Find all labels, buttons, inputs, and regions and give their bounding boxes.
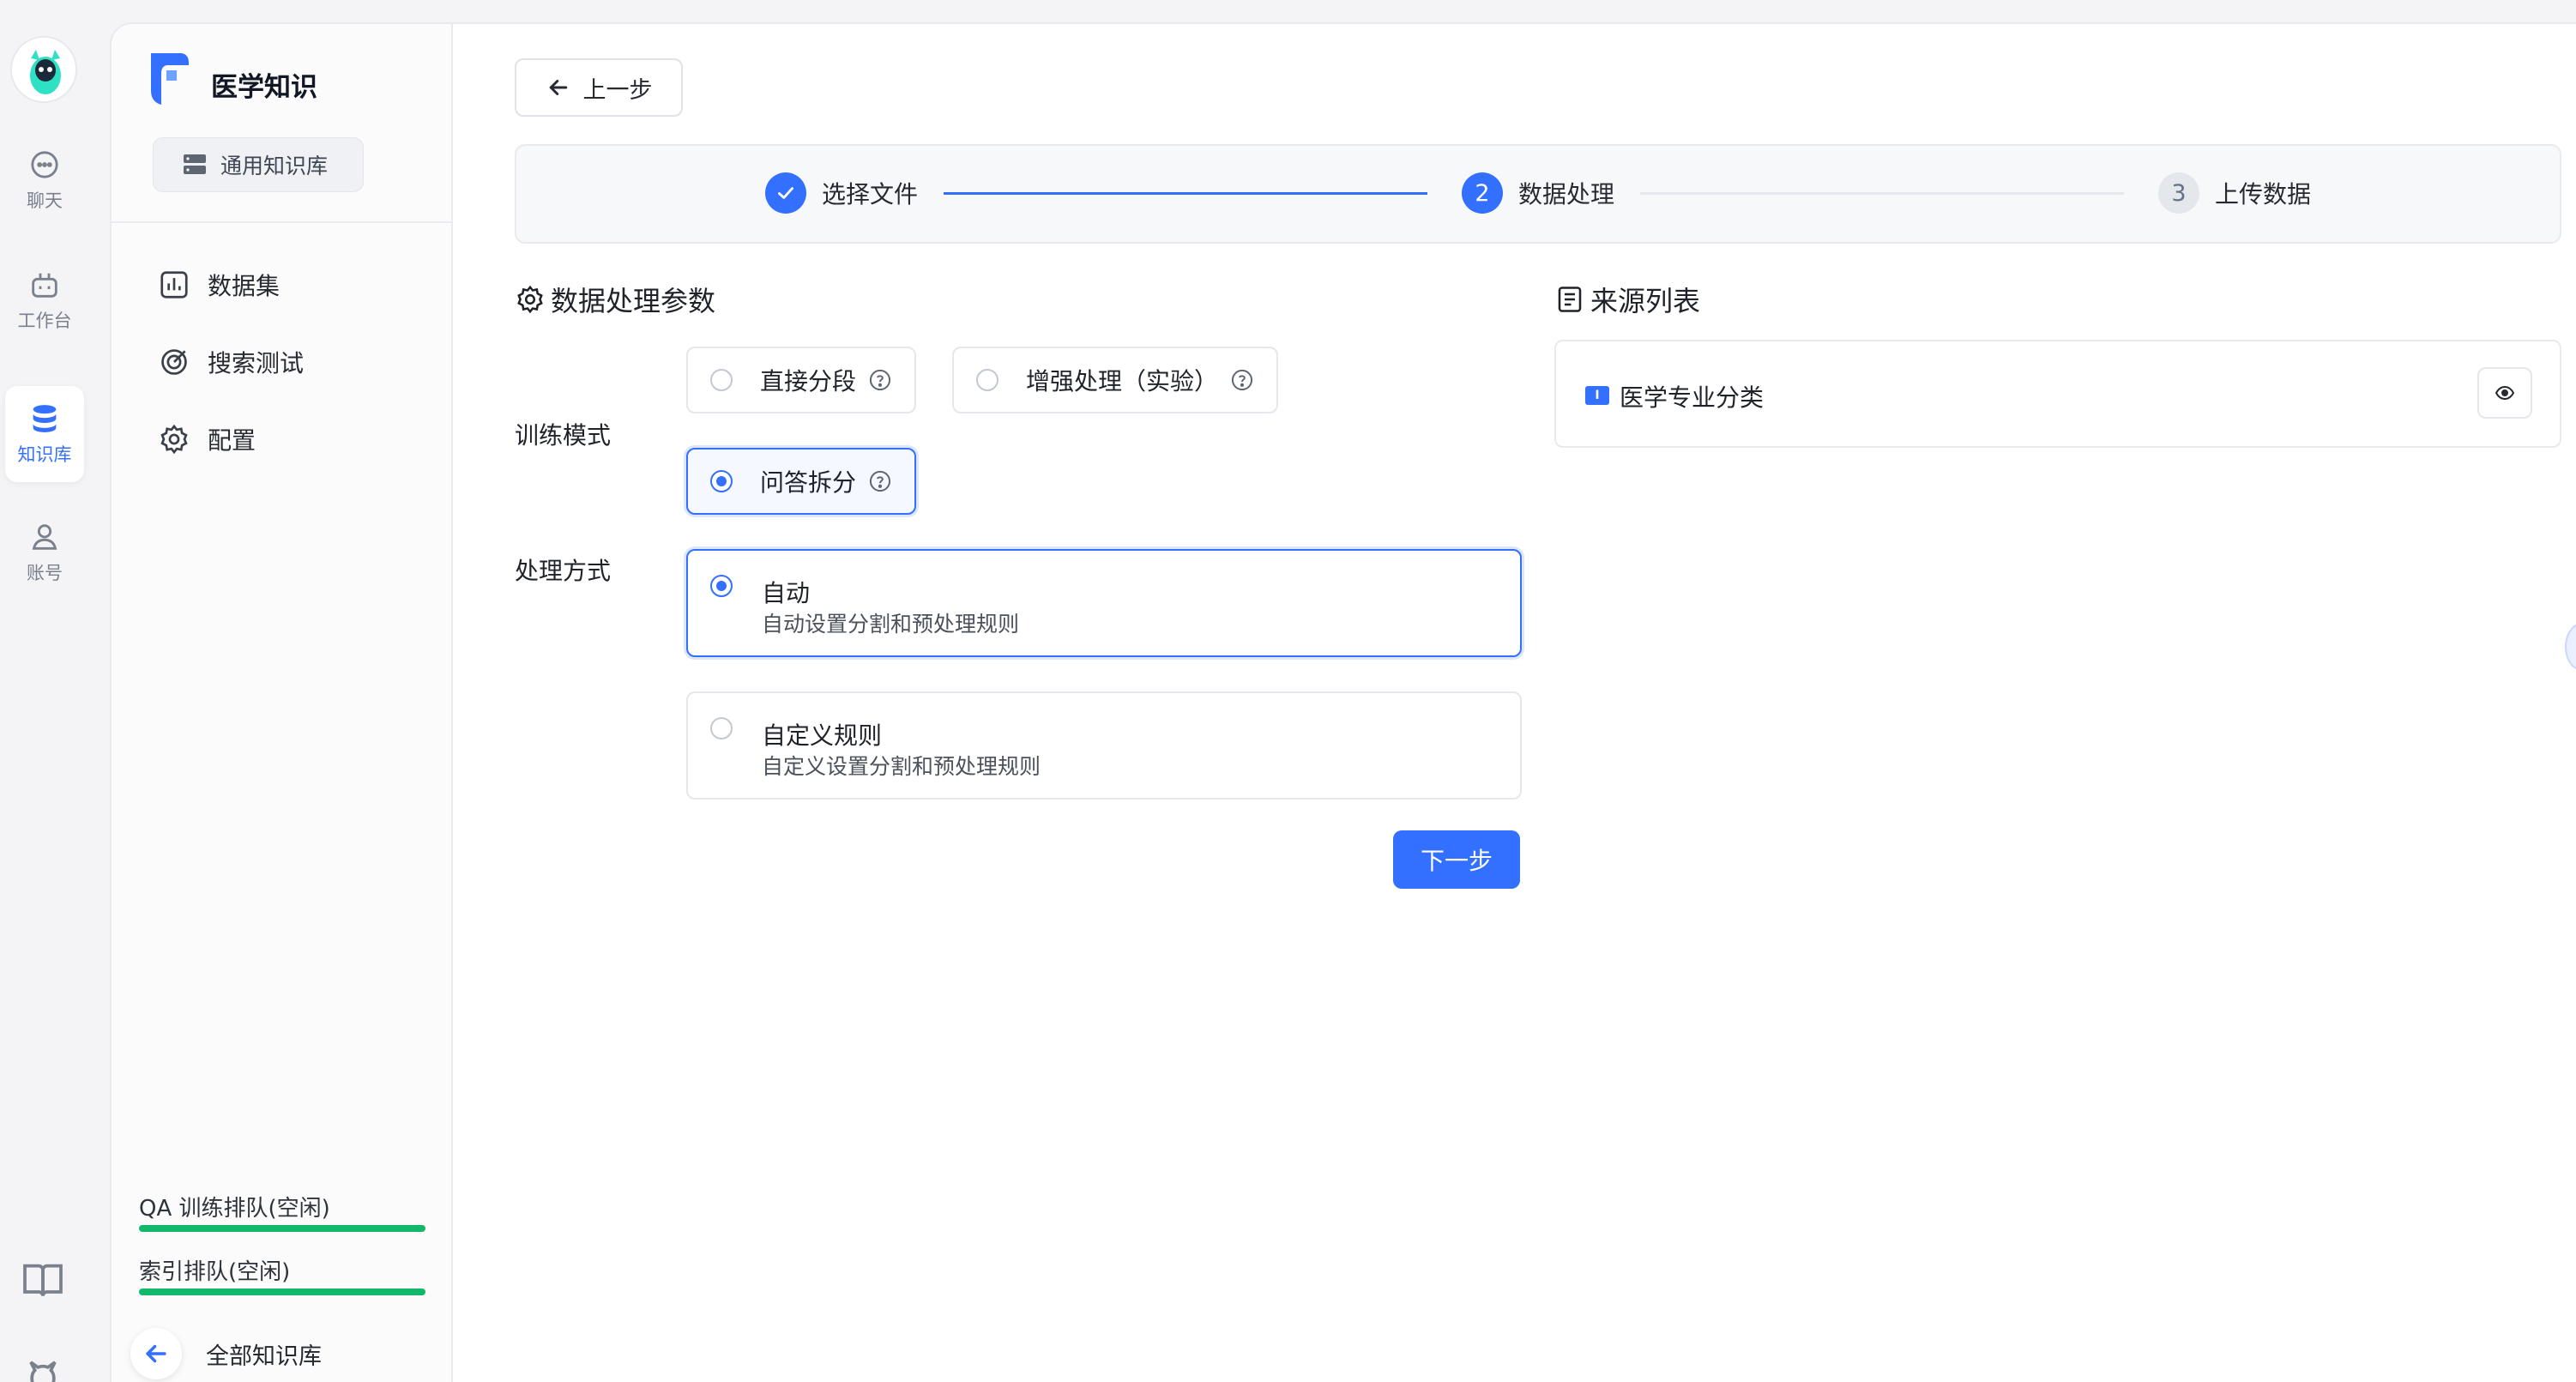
help-icon[interactable] — [1230, 368, 1254, 392]
params-title-text: 数据处理参数 — [551, 285, 716, 317]
step-label: 选择文件 — [822, 180, 919, 208]
source-name: 医学专业分类 — [1620, 383, 1765, 412]
qa-queue-bar — [139, 1225, 425, 1232]
gear-icon — [160, 424, 188, 455]
train-mode-enhance[interactable]: 增强处理（实验） — [952, 347, 1278, 413]
method-auto[interactable]: 自动 自动设置分割和预处理规则 — [686, 549, 1522, 657]
sidebar-item-dataset[interactable]: 数据集 — [158, 259, 280, 311]
avatar[interactable] — [10, 36, 77, 103]
method-label: 处理方式 — [515, 557, 612, 585]
eye-icon — [2495, 385, 2515, 401]
method-desc: 自动设置分割和预处理规则 — [762, 612, 1020, 637]
next-step-button[interactable]: 下一步 — [1393, 830, 1520, 889]
train-mode-qa-split[interactable]: 问答拆分 — [686, 448, 916, 515]
method-custom[interactable]: 自定义规则 自定义设置分割和预处理规则 — [686, 691, 1522, 800]
list-icon — [1558, 287, 1582, 312]
sidebar-item-label: 搜索测试 — [208, 349, 305, 377]
target-icon — [161, 349, 187, 375]
rail-label: 聊天 — [27, 190, 63, 211]
rail-item-account[interactable]: 账号 — [5, 504, 84, 600]
server-icon — [184, 154, 206, 174]
method-title: 自动 — [762, 579, 811, 607]
rail-label: 工作台 — [17, 311, 72, 331]
step-label: 数据处理 — [1518, 180, 1615, 208]
kb-type-label: 通用知识库 — [220, 154, 329, 178]
index-queue-status: 索引排队(空闲) — [139, 1259, 291, 1285]
step-upload-data: 3 上传数据 — [2158, 172, 2311, 214]
file-icon: I — [1585, 386, 1609, 405]
github-icon[interactable] — [19, 1350, 67, 1382]
kb-type-badge: 通用知识库 — [153, 137, 364, 192]
step-data-process: 2 数据处理 — [1462, 172, 1614, 214]
radio-button[interactable] — [976, 369, 998, 391]
rail-item-chat[interactable]: 聊天 — [5, 132, 84, 228]
arrow-left-icon — [549, 80, 567, 95]
step-label: 上传数据 — [2215, 180, 2312, 208]
help-icon[interactable] — [868, 368, 892, 392]
radio-button[interactable] — [710, 575, 733, 597]
prev-step-button[interactable]: 上一步 — [515, 58, 683, 117]
book-icon[interactable] — [19, 1256, 67, 1304]
database-icon — [33, 405, 57, 432]
preview-button[interactable] — [2477, 367, 2532, 419]
source-item: I 医学专业分类 — [1554, 340, 2561, 448]
arrow-left-icon — [130, 1328, 182, 1379]
rail-label: 账号 — [27, 563, 63, 583]
kb-sidebar: 医学知识 通用知识库 数据集 搜索测试 配置 QA 训练排队(空闲) 索引排队(… — [110, 22, 453, 1382]
qa-queue-status: QA 训练排队(空闲) — [139, 1196, 330, 1222]
train-mode-text: 直接分段 — [760, 367, 857, 395]
app-rail: 聊天 工作台 知识库 账号 — [0, 0, 110, 1382]
kb-title: 医学知识 — [211, 72, 317, 103]
check-icon — [765, 172, 806, 214]
step-connector — [1640, 192, 2124, 195]
back-to-all-kb[interactable]: 全部知识库 — [130, 1328, 322, 1379]
sidebar-item-search-test[interactable]: 搜索测试 — [158, 336, 304, 388]
step-connector — [944, 192, 1427, 195]
train-mode-direct[interactable]: 直接分段 — [686, 347, 916, 413]
user-icon — [32, 524, 57, 550]
step-number: 3 — [2158, 172, 2199, 214]
rail-item-workbench[interactable]: 工作台 — [5, 252, 84, 348]
kb-logo-icon — [151, 53, 189, 105]
rail-item-knowledge[interactable]: 知识库 — [5, 386, 84, 482]
chat-icon — [31, 151, 58, 178]
back-all-label: 全部知识库 — [206, 1343, 322, 1370]
source-title-text: 来源列表 — [1590, 285, 1701, 317]
source-section-title: 来源列表 — [1554, 280, 1700, 319]
sidebar-item-label: 数据集 — [208, 272, 281, 300]
step-select-file: 选择文件 — [765, 172, 918, 214]
rail-label: 知识库 — [17, 444, 72, 465]
index-queue-bar — [139, 1288, 425, 1295]
method-title: 自定义规则 — [762, 721, 883, 750]
robot-icon — [32, 273, 57, 298]
radio-button[interactable] — [710, 470, 733, 492]
method-desc: 自定义设置分割和预处理规则 — [762, 754, 1041, 779]
help-icon[interactable] — [868, 469, 892, 493]
radio-button[interactable] — [710, 717, 733, 739]
sidebar-item-label: 配置 — [208, 426, 256, 455]
prev-step-label: 上一步 — [582, 76, 653, 104]
divider — [112, 221, 453, 223]
chart-icon — [160, 271, 188, 299]
params-section-title: 数据处理参数 — [515, 280, 715, 319]
train-mode-label: 训练模式 — [515, 421, 612, 450]
step-number: 2 — [1462, 172, 1503, 214]
train-mode-text: 增强处理（实验） — [1026, 367, 1219, 395]
sidebar-item-config[interactable]: 配置 — [158, 413, 256, 465]
radio-button[interactable] — [710, 369, 733, 391]
train-mode-text: 问答拆分 — [760, 468, 857, 497]
gear-icon — [517, 285, 543, 314]
